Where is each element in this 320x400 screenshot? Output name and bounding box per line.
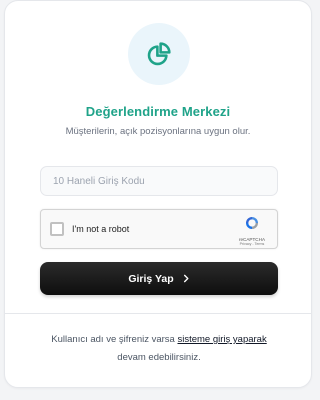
footer-text-after: devam edebilirsiniz. [117, 352, 201, 363]
logo-badge [128, 23, 190, 85]
login-card: Değerlendirme Merkezi Müşterilerin, açık… [4, 0, 312, 388]
login-button[interactable]: Giriş Yap [40, 262, 278, 295]
page-title: Değerlendirme Merkezi [85, 104, 231, 119]
page-subtitle: Müşterilerin, açık pozisyonlarına uygun … [65, 126, 251, 137]
login-link[interactable]: sisteme giriş yaparak [177, 334, 266, 345]
recaptcha-widget: I'm not a robot reCAPTCHA Privacy - Term… [40, 209, 278, 249]
recaptcha-label: I'm not a robot [72, 224, 130, 234]
login-button-label: Giriş Yap [128, 272, 174, 285]
footer-text-before: Kullanıcı adı ve şifreniz varsa [51, 334, 175, 345]
pie-chart-icon [147, 42, 171, 66]
divider [5, 313, 311, 314]
recaptcha-icon [246, 217, 258, 229]
login-code-input[interactable] [40, 166, 278, 196]
recaptcha-checkbox[interactable] [50, 222, 64, 236]
footer-note: Kullanıcı adı ve şifreniz varsa sisteme … [19, 331, 299, 367]
chevron-right-icon [183, 274, 189, 283]
recaptcha-logo: reCAPTCHA Privacy - Terms [234, 215, 270, 246]
recaptcha-links[interactable]: Privacy - Terms [234, 242, 270, 246]
